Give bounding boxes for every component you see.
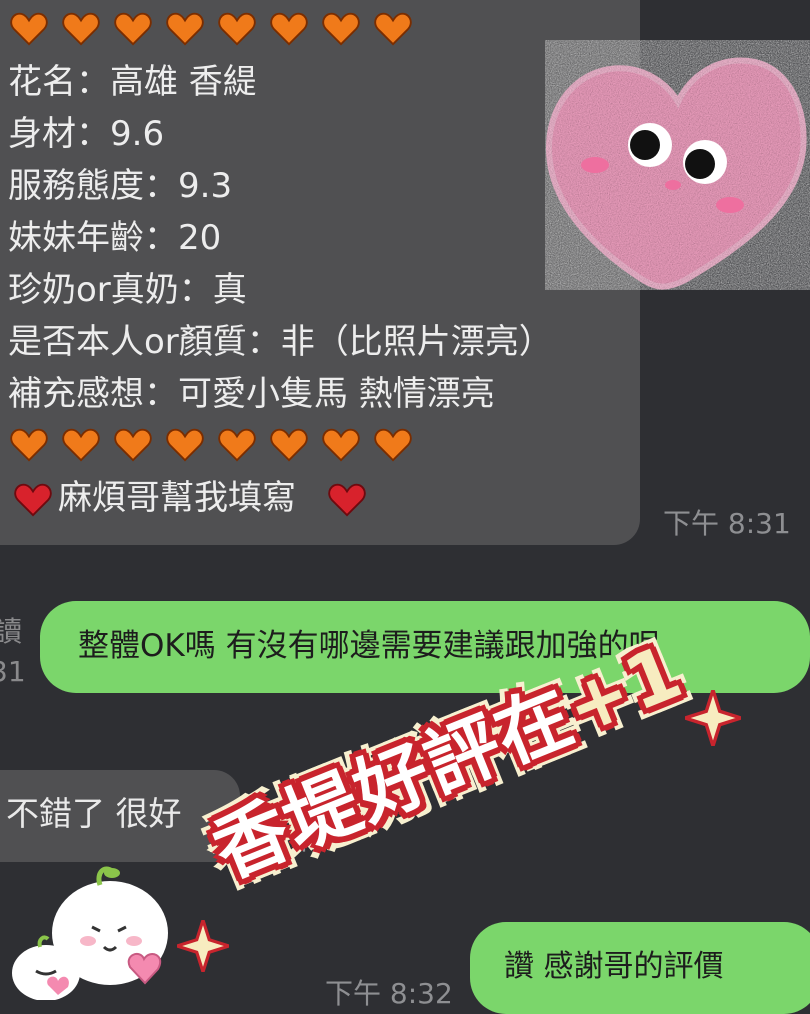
read-receipt-label: 讀	[0, 615, 23, 648]
message-line-stage-name: 花名：高雄 香緹	[8, 62, 257, 102]
orange-heart-icon	[62, 428, 100, 462]
pink-heart-face-sticker[interactable]	[545, 40, 810, 290]
orange-heart-row-bottom	[10, 428, 412, 462]
message-line-age: 妹妹年齡：20	[8, 218, 222, 258]
outgoing-question-bubble[interactable]: 整體OK嗎 有沒有哪邊需要建議跟加強的呢	[40, 601, 810, 693]
orange-heart-icon	[166, 428, 204, 462]
orange-heart-icon	[62, 12, 100, 46]
message-line-service: 服務態度：9.3	[8, 166, 233, 206]
red-heart-icon	[14, 483, 52, 517]
orange-heart-icon	[270, 428, 308, 462]
orange-heart-icon	[374, 12, 412, 46]
message-line-natural: 珍奶or真奶：真	[8, 270, 247, 310]
orange-heart-icon	[374, 428, 412, 462]
orange-heart-icon	[270, 12, 308, 46]
orange-heart-icon	[10, 428, 48, 462]
orange-heart-icon	[166, 12, 204, 46]
read-receipt-time-fragment: 31	[0, 655, 26, 688]
orange-heart-icon	[218, 12, 256, 46]
orange-heart-icon	[218, 428, 256, 462]
orange-heart-icon	[114, 428, 152, 462]
orange-heart-row-top	[10, 12, 412, 46]
stamp-main-text: 香堤好評在	[201, 672, 586, 895]
message-line-figure: 身材：9.6	[8, 114, 165, 154]
message-footer-text: 麻煩哥幫我填寫	[58, 478, 296, 518]
message-line-comments: 補充感想：可愛小隻馬 熱情漂亮	[8, 374, 495, 414]
orange-heart-icon	[322, 428, 360, 462]
message-timestamp: 下午 8:31	[663, 507, 791, 540]
orange-heart-icon	[114, 12, 152, 46]
orange-heart-icon	[10, 12, 48, 46]
red-heart-icon	[328, 483, 366, 517]
sparkle-icon	[177, 920, 229, 972]
review-plus-one-stamp: 香堤好評在+1	[177, 628, 745, 990]
orange-heart-icon	[322, 12, 360, 46]
bun-character-sticker[interactable]	[0, 855, 180, 1000]
message-line-appearance: 是否本人or顏質：非（比照片漂亮）	[8, 322, 553, 362]
sparkle-icon	[685, 690, 741, 746]
incoming-reply-text: 不錯了 很好	[6, 794, 182, 833]
